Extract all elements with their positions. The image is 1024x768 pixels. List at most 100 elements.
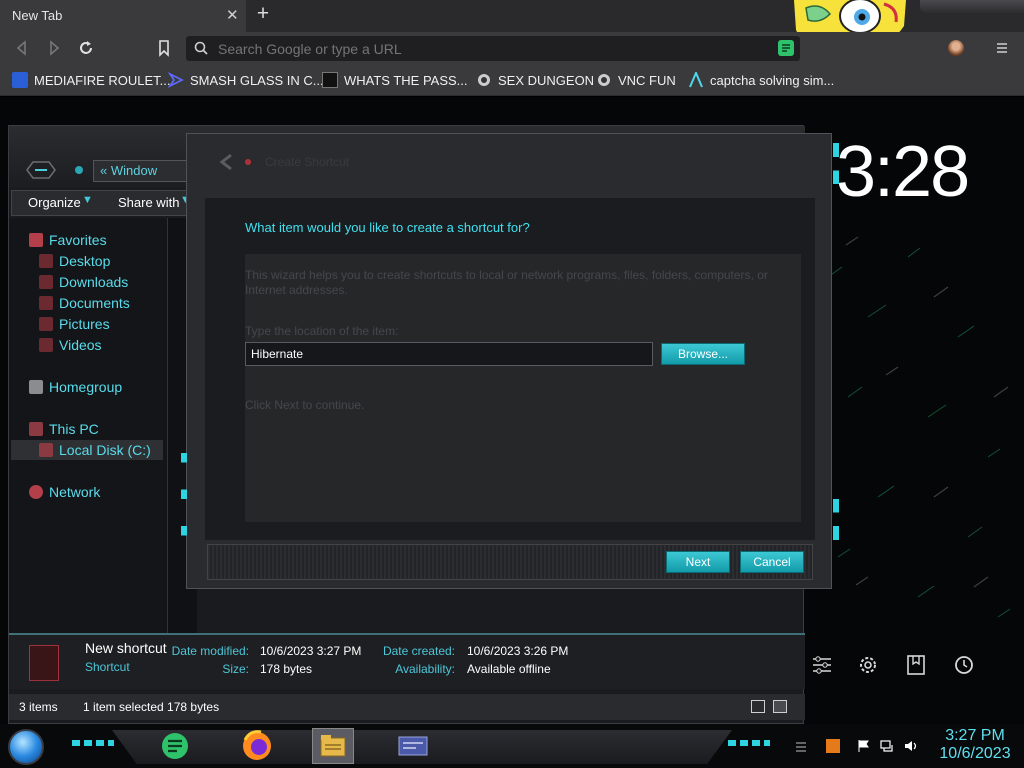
history-icon[interactable]: [952, 653, 976, 677]
nav-dot-icon[interactable]: [75, 166, 83, 174]
star-icon: [29, 233, 43, 247]
availability-label: Availability:: [395, 662, 455, 676]
homegroup-icon: [29, 380, 43, 394]
taskbar-time: 3:27 PM: [945, 727, 1005, 744]
browser-tab[interactable]: New Tab ✕: [0, 0, 246, 32]
bookmark-site-icon: [596, 72, 612, 88]
sliders-icon[interactable]: [810, 653, 834, 677]
remote-desktop: 3:28 « Window Organize ▼ Share with Favo…: [0, 97, 1024, 724]
file-type: Shortcut: [85, 660, 130, 674]
frame-accent: [833, 134, 839, 590]
browser-tab-strip: New Tab ✕ +: [0, 0, 1024, 60]
dialog-title-bar: Create Shortcut: [217, 150, 517, 174]
nav-item-downloads[interactable]: Downloads: [39, 272, 128, 292]
app-window-icon: [398, 736, 428, 756]
chevron-down-icon: ▼: [82, 194, 93, 206]
bookmark-item[interactable]: SEX DUNGEON: [476, 70, 594, 90]
start-button[interactable]: [8, 729, 44, 765]
nav-item-desktop[interactable]: Desktop: [39, 251, 110, 271]
next-button[interactable]: Next: [666, 551, 730, 573]
frame-accent: [181, 134, 187, 590]
bookmark-site-icon: [688, 70, 704, 88]
browser-menu-icon[interactable]: [992, 38, 1012, 58]
nav-label: Local Disk (C:): [59, 442, 151, 458]
nav-item-documents[interactable]: Documents: [39, 293, 130, 313]
share-with-menu[interactable]: Share with: [118, 195, 179, 210]
bookmark-item[interactable]: VNC FUN: [596, 70, 676, 90]
bookmark-site-icon: [476, 72, 492, 88]
reload-icon[interactable]: [76, 38, 96, 58]
item-count: 3 items: [19, 700, 58, 714]
screen: New Tab ✕ + Search Google or type a URL …: [0, 0, 1024, 768]
taskbar-clock[interactable]: 3:27 PM 10/6/2023: [938, 727, 1012, 763]
size-value: 178 bytes: [260, 662, 313, 676]
profile-avatar[interactable]: [948, 40, 964, 56]
show-hidden-icons[interactable]: [794, 739, 808, 753]
gear-icon[interactable]: [856, 653, 880, 677]
taskbar: 3:27 PM 10/6/2023: [0, 724, 1024, 768]
location-label: Type the location of the item:: [245, 324, 399, 338]
nav-item-local-disk[interactable]: Local Disk (C:): [11, 440, 163, 460]
details-view-icon[interactable]: [751, 700, 765, 713]
flag-icon[interactable]: [856, 739, 870, 753]
tab-close-icon[interactable]: ✕: [226, 6, 239, 24]
new-tab-button[interactable]: +: [252, 3, 274, 25]
location-input[interactable]: [245, 342, 653, 366]
nav-item-this-pc[interactable]: This PC: [29, 419, 99, 439]
nav-item-network[interactable]: Network: [29, 482, 100, 502]
dialog-title: Create Shortcut: [265, 155, 350, 169]
volume-icon[interactable]: [904, 739, 918, 753]
window-controls[interactable]: [920, 0, 1024, 14]
organize-menu[interactable]: Organize: [28, 195, 81, 210]
date-created-value: 10/6/2023 3:26 PM: [467, 644, 569, 658]
taskbar-app-window[interactable]: [392, 728, 434, 764]
nav-item-pictures[interactable]: Pictures: [39, 314, 110, 334]
nav-item-favorites[interactable]: Favorites: [29, 230, 107, 250]
bookmarks-bar: MEDIAFIRE ROULET... SMASH GLASS IN C... …: [0, 64, 1024, 96]
taskbar-app-notes[interactable]: [154, 728, 196, 764]
back-icon[interactable]: [12, 38, 32, 58]
explorer-address-bar[interactable]: « Window: [93, 160, 189, 182]
nav-item-videos[interactable]: Videos: [39, 335, 102, 355]
taskbar-app-firefox[interactable]: [236, 728, 278, 764]
bookmark-item[interactable]: SMASH GLASS IN C...: [167, 70, 324, 90]
browser-toolbar: [0, 32, 1024, 64]
browse-button[interactable]: Browse...: [661, 343, 745, 365]
bookmark-label: SEX DUNGEON: [498, 72, 595, 88]
explorer-command-bar: Organize ▼ Share with ▼: [11, 190, 197, 216]
tray-app-icon[interactable]: [826, 739, 840, 753]
create-shortcut-dialog: Create Shortcut What item would you like…: [181, 133, 839, 590]
nav-label: Homegroup: [49, 379, 123, 395]
date-modified-label: Date modified:: [171, 644, 249, 658]
bookmark-item[interactable]: captcha solving sim...: [688, 70, 834, 90]
omnibox[interactable]: [186, 36, 800, 61]
bookmark-star-icon[interactable]: [154, 38, 174, 58]
taskbar-accent: [728, 740, 770, 746]
forward-icon[interactable]: [44, 38, 64, 58]
bookmark-label: WHATS THE PASS...: [344, 72, 468, 88]
mediafire-icon: [12, 72, 28, 88]
bookmark-label: SMASH GLASS IN C...: [190, 72, 324, 88]
bookmark-book-icon[interactable]: [904, 653, 928, 677]
desktop-folder-icon: [39, 254, 53, 268]
videos-folder-icon: [39, 338, 53, 352]
extension-icon[interactable]: [778, 40, 794, 56]
omnibox-input[interactable]: [218, 38, 758, 59]
network-tray-icon[interactable]: [880, 739, 894, 753]
bookmark-item[interactable]: MEDIAFIRE ROULET...: [12, 70, 171, 90]
bookmark-label: MEDIAFIRE ROULET...: [34, 72, 171, 88]
continue-hint: Click Next to continue.: [245, 398, 365, 412]
back-arrow-icon[interactable]: [217, 152, 237, 172]
nav-label: Documents: [59, 295, 130, 311]
bookmark-item[interactable]: WHATS THE PASS...: [322, 70, 468, 90]
wizard-footer: Next Cancel: [207, 544, 813, 580]
nav-item-homegroup[interactable]: Homegroup: [29, 377, 122, 397]
firefox-icon: [243, 730, 271, 760]
date-modified-value: 10/6/2023 3:27 PM: [260, 644, 362, 658]
taskbar-app-explorer[interactable]: [312, 728, 354, 764]
cancel-button[interactable]: Cancel: [740, 551, 804, 573]
tiles-view-icon[interactable]: [773, 700, 787, 713]
explorer-logo-icon: [26, 161, 56, 179]
desktop-clock: 3:28: [836, 132, 970, 212]
pictures-folder-icon: [39, 317, 53, 331]
